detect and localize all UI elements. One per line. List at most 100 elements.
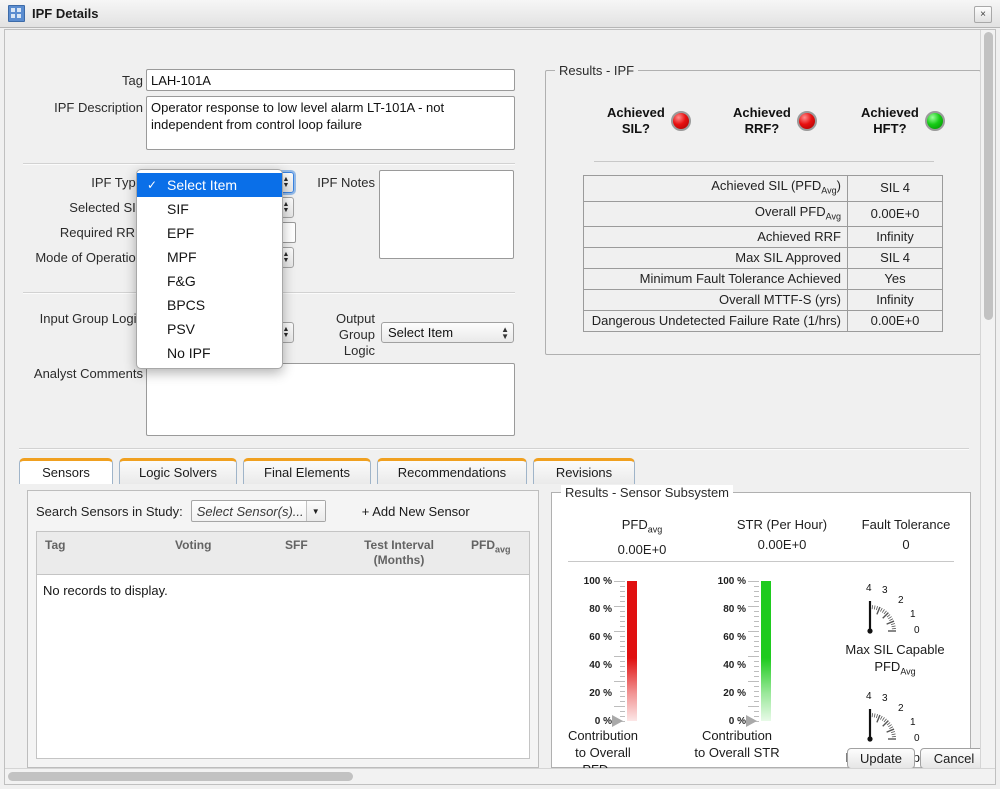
str-contribution-gauge: 100 %80 %60 %40 %20 %0 %Contributionto O… (702, 581, 812, 769)
gauge-tick-label: 80 % (723, 605, 746, 615)
gauge-tick-label: 0 % (595, 717, 612, 727)
dropdown-item-mpf[interactable]: MPF (137, 245, 282, 269)
tab-label: Final Elements (264, 465, 350, 480)
column-header-sff[interactable]: SFF (285, 538, 308, 553)
gauge-tick-label: 100 % (718, 577, 746, 587)
ipf-type-label: IPF Type (25, 175, 143, 190)
dial-caption: Max SIL CapablePFDAvg (834, 641, 956, 681)
status-lamp-red (797, 111, 817, 131)
window-titlebar: IPF Details × (0, 0, 1000, 28)
dropdown-item-select-item[interactable]: ✓Select Item (137, 173, 282, 197)
sensor-select-placeholder: Select Sensor(s)... (197, 504, 304, 519)
result-key: Max SIL Approved (584, 248, 848, 269)
dropdown-item-sif[interactable]: SIF (137, 197, 282, 221)
dropdown-item-psv[interactable]: PSV (137, 317, 282, 341)
input-group-logic-label: Input Group Logic (25, 311, 143, 327)
table-row: Achieved SIL (PFDAvg)SIL 4 (584, 176, 943, 202)
tab-label: Recommendations (398, 465, 506, 480)
dropdown-item-no-ipf[interactable]: No IPF (137, 341, 282, 365)
status-lamp-red (671, 111, 691, 131)
selected-sil-label: Selected SIL (25, 200, 143, 215)
dropdown-item-bpcs[interactable]: BPCS (137, 293, 282, 317)
results-ipf-group: Results - IPF AchievedSIL?AchievedRRF?Ac… (545, 70, 981, 355)
tab-label: Logic Solvers (139, 465, 217, 480)
vertical-scrollbar[interactable] (980, 30, 995, 769)
gauge-needle (746, 715, 757, 727)
vertical-scrollbar-thumb[interactable] (984, 32, 993, 320)
column-header-voting[interactable]: Voting (175, 538, 211, 553)
achieved-indicators: AchievedSIL?AchievedRRF?AchievedHFT? (546, 101, 980, 147)
metric-pfdavg-value: 0.00E+0 (572, 540, 712, 560)
metric-fault-tolerance-value: 0 (844, 535, 968, 555)
result-value: Yes (848, 269, 943, 290)
analyst-comments-input[interactable] (146, 363, 515, 436)
sensors-grid-header: Tag Voting SFF Test Interval (Months) PF… (37, 532, 529, 575)
indicator-label: AchievedSIL? (607, 105, 665, 137)
tag-input[interactable]: LAH-101A (146, 69, 515, 91)
close-icon[interactable]: × (974, 6, 992, 23)
result-key: Achieved RRF (584, 227, 848, 248)
max-sil-capable-pfd-dial: 43210Max SIL CapablePFDAvg (858, 583, 932, 639)
gauge-tick-label: 40 % (723, 661, 746, 671)
gauge-bar (627, 581, 637, 721)
dropdown-item-label: SIF (167, 201, 189, 217)
dropdown-item-label: EPF (167, 225, 194, 241)
update-button[interactable]: Update (847, 748, 915, 769)
tag-label: Tag (25, 73, 143, 88)
required-rrf-label: Required RRF (25, 225, 143, 240)
column-header-pfdavg[interactable]: PFDavg (471, 538, 511, 557)
dial-icon: 43210 (858, 691, 932, 747)
svg-text:4: 4 (866, 583, 872, 594)
gauge-tick-label: 40 % (589, 661, 612, 671)
svg-text:3: 3 (882, 693, 888, 704)
sensor-select-dropdown[interactable]: Select Sensor(s)... ▼ (191, 500, 326, 522)
dropdown-item-label: PSV (167, 321, 195, 337)
results-sensor-subsystem-legend: Results - Sensor Subsystem (561, 485, 733, 500)
dropdown-item-label: No IPF (167, 345, 211, 361)
result-key: Overall PFDAvg (584, 201, 848, 227)
result-key: Achieved SIL (PFDAvg) (584, 176, 848, 202)
gauge-tick-label: 60 % (723, 633, 746, 643)
table-row: Overall MTTF-S (yrs)Infinity (584, 290, 943, 311)
tab-revisions[interactable]: Revisions (533, 458, 635, 484)
horizontal-scrollbar-thumb[interactable] (8, 772, 353, 781)
ipf-notes-input[interactable] (379, 170, 514, 259)
add-new-sensor-button[interactable]: + Add New Sensor (362, 504, 470, 519)
svg-text:1: 1 (910, 717, 916, 728)
dropdown-item-f-g[interactable]: F&G (137, 269, 282, 293)
result-value: SIL 4 (848, 248, 943, 269)
metric-fault-tolerance: Fault Tolerance 0 (844, 515, 968, 555)
search-sensors-label: Search Sensors in Study: (36, 504, 183, 519)
result-value: Infinity (848, 227, 943, 248)
dropdown-item-label: Select Item (167, 177, 237, 193)
results-ipf-divider (594, 161, 934, 162)
gauge-tick-label: 20 % (589, 689, 612, 699)
svg-text:2: 2 (898, 703, 904, 714)
ipf-description-input[interactable]: Operator response to low level alarm LT-… (146, 96, 515, 150)
column-header-test-interval[interactable]: Test Interval (Months) (351, 538, 447, 568)
ipf-details-window: IPF Details × Tag LAH-101A IPF Descripti… (0, 0, 1000, 789)
output-group-logic-select[interactable]: Select Item ▲▼ (381, 322, 514, 343)
cancel-button[interactable]: Cancel (920, 748, 981, 769)
dropdown-item-label: MPF (167, 249, 197, 265)
subsystem-divider (568, 561, 954, 562)
gauge-tick-label: 80 % (589, 605, 612, 615)
horizontal-scrollbar[interactable] (5, 768, 996, 784)
table-row: Overall PFDAvg0.00E+0 (584, 201, 943, 227)
gauge-tick-label: 0 % (729, 717, 746, 727)
tab-recommendations[interactable]: Recommendations (377, 458, 527, 484)
dropdown-item-label: BPCS (167, 297, 205, 313)
tab-strip: Sensors Logic Solvers Final Elements Recomm… (19, 458, 969, 484)
tab-logic-solvers[interactable]: Logic Solvers (119, 458, 237, 484)
gauge-needle (612, 715, 623, 727)
dropdown-item-epf[interactable]: EPF (137, 221, 282, 245)
ipf-type-dropdown-menu[interactable]: ✓Select Item SIF EPF MPF F&G BPCS PSV No IPF (136, 169, 283, 369)
dropdown-item-label: F&G (167, 273, 196, 289)
tab-final-elements[interactable]: Final Elements (243, 458, 371, 484)
output-group-logic-value: Select Item (388, 325, 453, 340)
window-body: Tag LAH-101A IPF Description Operator re… (4, 29, 996, 785)
results-ipf-legend: Results - IPF (555, 63, 638, 78)
tab-sensors[interactable]: Sensors (19, 458, 113, 484)
table-row: Minimum Fault Tolerance AchievedYes (584, 269, 943, 290)
column-header-tag[interactable]: Tag (45, 538, 65, 553)
